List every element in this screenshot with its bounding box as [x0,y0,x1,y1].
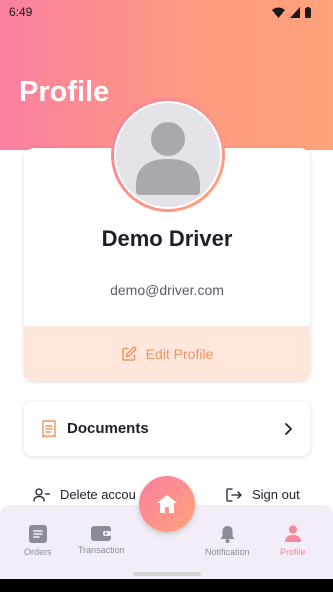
avatar-placeholder [114,101,222,209]
nav-label-transaction: Transaction [78,545,125,555]
edit-profile-button[interactable]: Edit Profile [24,326,310,381]
logout-icon [226,487,242,502]
status-bar: 6:49 [0,0,333,24]
home-icon [157,495,177,513]
edit-profile-label: Edit Profile [145,345,214,362]
profile-email: demo@driver.com [110,282,224,298]
person-placeholder-icon [136,122,200,195]
documents-label: Documents [67,420,149,437]
status-icons [272,6,311,18]
home-button[interactable] [139,476,195,532]
home-indicator [133,572,201,576]
nav-item-profile[interactable]: Profile [280,525,306,557]
sign-out-label: Sign out [252,487,300,502]
chevron-right-icon [285,422,292,435]
receipt-icon [42,419,56,438]
edit-icon [121,346,137,361]
battery-icon [305,6,311,18]
nav-item-notification[interactable]: Notification [205,525,250,557]
person-icon [284,525,301,542]
signal-icon [290,6,300,18]
sign-out-button[interactable]: Sign out [226,487,300,502]
nav-label-orders: Orders [24,547,52,557]
wifi-icon [272,7,285,18]
nav-label-profile: Profile [280,547,306,557]
orders-icon [28,525,47,543]
delete-account-button[interactable]: Delete accou [33,487,136,502]
system-bottom-bar [0,579,333,592]
nav-label-notification: Notification [205,547,250,557]
page-title: Profile [19,76,110,108]
status-time: 6:49 [9,5,33,19]
documents-row[interactable]: Documents [24,401,310,456]
bell-icon [220,526,235,543]
delete-account-label: Delete accou [60,487,136,502]
nav-item-transaction[interactable]: Transaction [78,525,125,555]
avatar[interactable] [111,98,225,212]
wallet-icon [91,526,112,541]
profile-name: Demo Driver [101,226,233,251]
person-remove-icon [33,487,50,502]
nav-item-orders[interactable]: Orders [24,525,52,557]
